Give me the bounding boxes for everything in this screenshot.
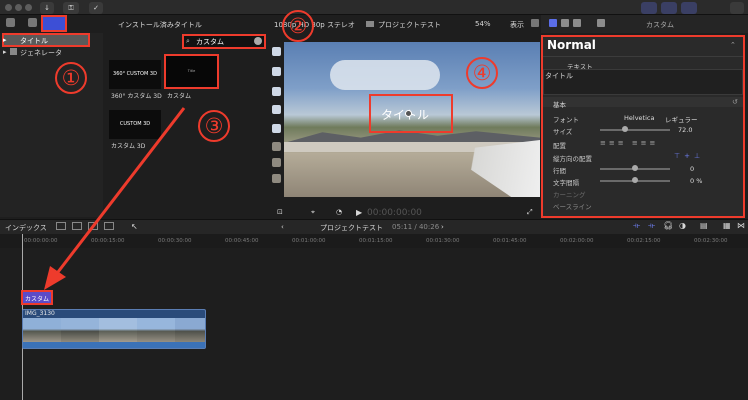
annotation-arrow — [44, 107, 186, 290]
annotation-arrow-head — [44, 266, 66, 290]
annotation-arrow-line — [56, 107, 186, 273]
annotation-3: ③ — [198, 110, 230, 142]
annotation-2: ② — [282, 10, 314, 42]
annotation-1: ① — [55, 62, 87, 94]
annotation-4: ④ — [466, 57, 498, 89]
